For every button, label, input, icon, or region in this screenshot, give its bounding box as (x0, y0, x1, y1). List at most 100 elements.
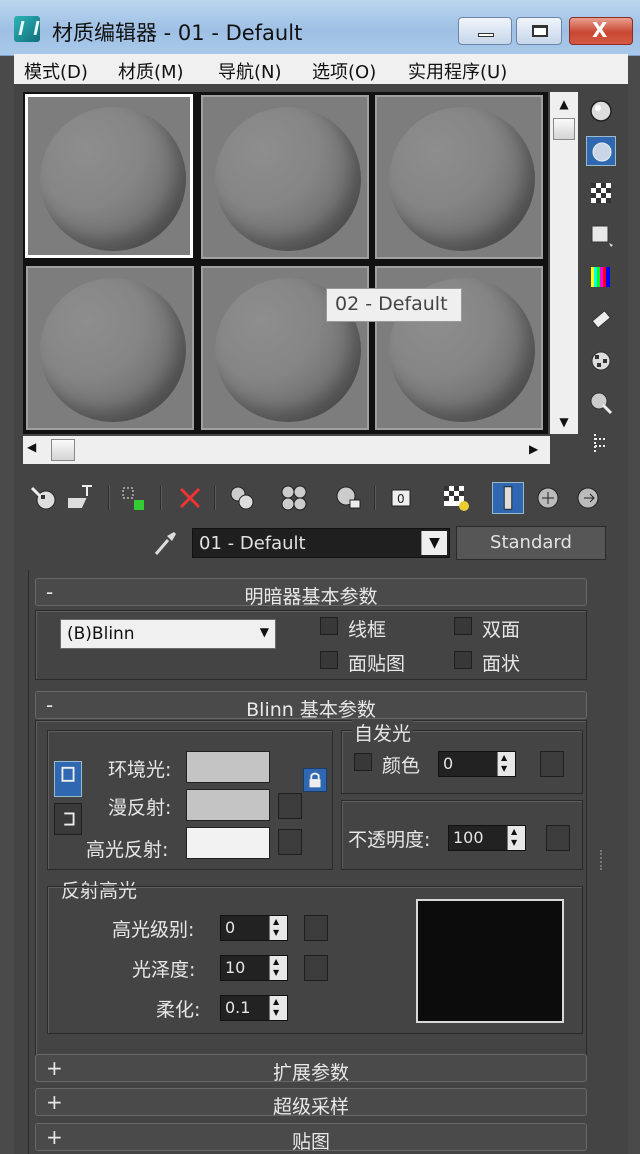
wire-checkbox[interactable] (320, 617, 338, 635)
menu-mode[interactable]: 模式(D) (24, 58, 88, 84)
slots-vertical-scrollbar[interactable]: ▲ ▼ (550, 92, 578, 434)
rollout-shader-basic[interactable]: - 明暗器基本参数 (35, 578, 587, 608)
sample-slots-grid (23, 92, 548, 434)
face-map-label: 面贴图 (348, 653, 406, 675)
scroll-thumb[interactable] (51, 439, 75, 461)
glossiness-label: 光泽度: (132, 959, 196, 981)
sample-type-button[interactable] (586, 96, 616, 126)
maximize-button[interactable] (516, 17, 562, 45)
make-copy-icon (230, 486, 254, 510)
opacity-spinner[interactable]: 100 ▲ ▼ (448, 825, 526, 851)
chevron-down-icon[interactable]: ▼ (421, 531, 447, 555)
panel-resize-grip[interactable] (600, 850, 606, 870)
self-illumination-color-checkbox[interactable] (354, 753, 372, 771)
rollout-extended-parameters[interactable]: + 扩展参数 (35, 1054, 587, 1084)
material-id-channel-icon: 0 (391, 489, 411, 507)
faceted-checkbox[interactable] (454, 651, 472, 669)
background-button[interactable] (586, 178, 616, 208)
reset-map-button[interactable] (174, 482, 206, 514)
spinner-arrows-icon[interactable]: ▲ ▼ (497, 752, 515, 776)
rollout-title: Blinn 基本参数 (246, 699, 376, 721)
menu-utilities[interactable]: 实用程序(U) (408, 58, 507, 84)
soften-label: 柔化: (156, 999, 201, 1021)
select-by-material-button[interactable] (586, 388, 616, 418)
diffuse-map-button[interactable] (278, 793, 302, 819)
sample-slot[interactable] (26, 266, 194, 430)
self-illumination-spinner[interactable]: 0 ▲ ▼ (438, 751, 516, 777)
specular-map-button[interactable] (278, 829, 302, 855)
ambient-diffuse-lock-button[interactable] (54, 761, 82, 797)
options-button[interactable] (586, 346, 616, 376)
put-to-scene-icon (61, 485, 92, 508)
material-sphere-preview (40, 278, 186, 422)
go-to-parent-button[interactable] (532, 482, 564, 514)
menu-options[interactable]: 选项(O) (312, 58, 376, 84)
menu-navigation[interactable]: 导航(N) (218, 58, 282, 84)
scroll-right-icon[interactable]: ▶ (529, 442, 538, 456)
minimize-button[interactable] (458, 17, 512, 45)
close-button[interactable]: X (569, 17, 633, 45)
go-forward-to-sibling-button[interactable] (572, 482, 604, 514)
make-copy-button[interactable] (226, 482, 258, 514)
specular-level-spinner[interactable]: 0 ▲ ▼ (220, 915, 288, 941)
rollout-blinn-basic[interactable]: - Blinn 基本参数 (35, 691, 587, 721)
sample-slot[interactable] (25, 94, 193, 258)
spinner-arrows-icon[interactable]: ▲ ▼ (269, 916, 287, 940)
title-bar: 材质编辑器 - 01 - Default X (0, 0, 640, 56)
go-to-parent-icon (537, 487, 559, 509)
soften-spinner[interactable]: 0.1 ▲ ▼ (220, 995, 288, 1021)
show-end-result-button[interactable] (492, 482, 524, 514)
ambient-color-swatch[interactable] (186, 751, 270, 783)
specular-level-map-button[interactable] (304, 915, 328, 941)
material-name[interactable]: 01 - Default (199, 533, 306, 554)
specular-color-swatch[interactable] (186, 827, 270, 859)
lock-link-icon (64, 812, 75, 826)
backlight-icon (592, 142, 612, 162)
backlight-button[interactable] (586, 136, 616, 166)
slots-horizontal-scrollbar[interactable]: ◀ ▶ (23, 436, 550, 464)
self-illumination-value: 0 (443, 754, 454, 773)
scroll-down-icon[interactable]: ▼ (550, 410, 578, 434)
show-map-in-viewport-button[interactable] (440, 482, 472, 514)
face-map-checkbox[interactable] (320, 651, 338, 669)
video-color-check-button[interactable] (586, 262, 616, 292)
scroll-left-icon[interactable]: ◀ (27, 440, 36, 454)
put-to-scene-button[interactable] (61, 482, 100, 514)
material-name-field[interactable]: 01 - Default ▼ (192, 528, 450, 558)
rollout-supersampling[interactable]: + 超级采样 (35, 1088, 587, 1118)
diffuse-specular-lock-button[interactable] (54, 803, 82, 835)
material-sphere-preview (215, 107, 361, 251)
scroll-thumb[interactable] (553, 118, 575, 140)
shader-dropdown[interactable]: (B)Blinn ▼ (60, 619, 276, 649)
scroll-up-icon[interactable]: ▲ (550, 92, 578, 116)
assign-to-selection-button[interactable] (118, 482, 150, 514)
spinner-arrows-icon[interactable]: ▲ ▼ (269, 956, 287, 980)
sample-slot[interactable] (201, 95, 369, 259)
diffuse-color-swatch[interactable] (186, 789, 270, 821)
material-map-navigator-button[interactable] (586, 428, 616, 458)
shader-group: (B)Blinn ▼ 线框 双面 面贴图 面状 (35, 610, 587, 680)
spinner-arrows-icon[interactable]: ▲ ▼ (507, 826, 525, 850)
select-by-material-icon (590, 392, 613, 415)
pick-material-button[interactable] (150, 528, 180, 558)
glossiness-map-button[interactable] (304, 955, 328, 981)
get-material-button[interactable] (28, 482, 60, 514)
menu-material[interactable]: 材质(M) (118, 58, 184, 84)
make-preview-button[interactable] (586, 304, 616, 334)
two-sided-checkbox[interactable] (454, 617, 472, 635)
sample-slot[interactable] (375, 95, 543, 259)
eyedropper-icon (154, 532, 176, 555)
put-to-library-button[interactable] (332, 482, 364, 514)
lock-button[interactable] (303, 768, 327, 792)
glossiness-spinner[interactable]: 10 ▲ ▼ (220, 955, 288, 981)
self-illumination-map-button[interactable] (540, 751, 564, 777)
material-type-button[interactable]: Standard (456, 526, 606, 560)
material-id-channel-button[interactable]: 0 (386, 482, 418, 514)
opacity-map-button[interactable] (546, 825, 570, 851)
sample-uv-tiling-button[interactable] (586, 220, 616, 250)
rollout-maps[interactable]: + 贴图 (35, 1123, 587, 1153)
spinner-arrows-icon[interactable]: ▲ ▼ (269, 996, 287, 1020)
make-unique-button[interactable] (278, 482, 310, 514)
svg-text:0: 0 (397, 492, 405, 506)
maximize-icon (532, 25, 548, 37)
